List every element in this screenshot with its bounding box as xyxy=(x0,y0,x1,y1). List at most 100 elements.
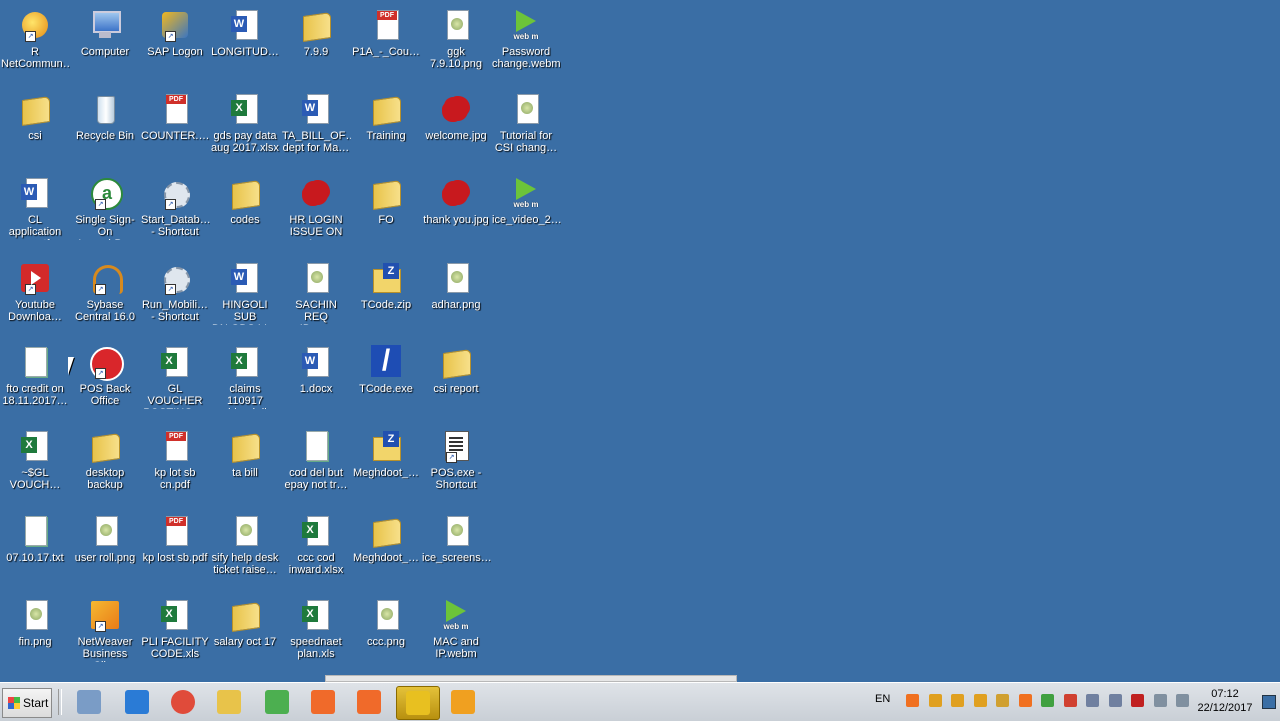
tray-lock-icon[interactable] xyxy=(1018,694,1032,707)
start-button[interactable]: Start xyxy=(2,688,52,718)
desktop-icon[interactable]: P1A_-_Cou… xyxy=(351,4,421,58)
desktop-icon[interactable]: ↗ SAP Logon xyxy=(140,4,210,58)
desktop-icon[interactable]: TCode.exe xyxy=(351,341,421,395)
desktop-icon[interactable]: Recycle Bin xyxy=(70,88,140,142)
desktop-icon[interactable]: welcome.jpg xyxy=(421,88,491,142)
desktop-icon[interactable]: csi report xyxy=(421,341,491,395)
tray-speaker-icon[interactable] xyxy=(1153,694,1167,707)
taskbar-app-button[interactable] xyxy=(442,686,484,718)
desktop-icon[interactable]: Meghdoot_… xyxy=(351,510,421,564)
desktop-icon[interactable]: GL VOUCHER POSTING … xyxy=(140,341,210,409)
desktop-icon[interactable]: ↗ NetWeaver Business Cli… xyxy=(70,594,140,662)
desktop-icon[interactable]: adhar.png xyxy=(421,257,491,311)
desktop-icon[interactable]: ice_screens… xyxy=(421,510,491,564)
tray-download-icon[interactable] xyxy=(996,694,1009,707)
desktop-icon[interactable]: cod del but epay not tr… xyxy=(281,425,351,491)
desktop-icon[interactable]: codes xyxy=(210,172,280,226)
desktop-icon[interactable]: ↗ Youtube Downloa… xyxy=(0,257,70,323)
desktop-icon[interactable]: kp lot sb cn.pdf xyxy=(140,425,210,491)
desktop-icon[interactable]: ggk 7.9.10.png xyxy=(421,4,491,70)
desktop-icon[interactable]: CL application sss.rtf xyxy=(0,172,70,240)
desktop-icon[interactable]: ccc.png xyxy=(351,594,421,648)
desktop-icon-label: thank you.jpg xyxy=(423,214,489,226)
desktop-icon-label: TCode.zip xyxy=(360,299,412,311)
desktop-icon-label: claims 110917 parbhani di… xyxy=(212,383,277,409)
desktop-icon[interactable]: claims 110917 parbhani di… xyxy=(210,341,280,409)
desktop-icon[interactable]: fto credit on 18.11.2017… xyxy=(0,341,70,407)
horizontal-scrollbar[interactable] xyxy=(325,675,737,682)
desktop-icon[interactable]: SACHIN REQ ID.png xyxy=(281,257,351,325)
desktop-icon[interactable]: LONGITUD… xyxy=(210,4,280,58)
desktop-icon[interactable]: HINGOLI SUB DN GDS LI… xyxy=(210,257,280,325)
desktop-icon[interactable]: sify help desk ticket raise… xyxy=(210,510,280,576)
desktop-icon[interactable]: fin.png xyxy=(0,594,70,648)
desktop-icon[interactable]: ccc cod inward.xlsx xyxy=(281,510,351,576)
shortcut-arrow-icon: ↗ xyxy=(165,284,176,295)
desktop-icon[interactable]: ↗ Single Sign-On LaunchBar xyxy=(70,172,140,240)
desktop-icon[interactable]: PLI FACILITY CODE.xls xyxy=(140,594,210,660)
desktop-icon[interactable]: ice_video_2… xyxy=(491,172,561,226)
desktop-icon[interactable]: Meghdoot_… xyxy=(351,425,421,479)
desktop-icon[interactable]: HR LOGIN ISSUE ON 1… xyxy=(281,172,351,240)
desktop-icon[interactable]: thank you.jpg xyxy=(421,172,491,226)
desktop-icon[interactable]: 7.9.9 xyxy=(281,4,351,58)
desktop-icon[interactable]: ↗ R NetCommun… xyxy=(0,4,70,70)
taskbar-app-button[interactable] xyxy=(348,686,390,718)
desktop-icon[interactable]: 1.docx xyxy=(281,341,351,395)
desktop-icon[interactable]: Computer xyxy=(70,4,140,58)
language-indicator[interactable]: EN xyxy=(875,693,890,705)
tray-sync-icon[interactable] xyxy=(951,694,964,707)
desktop-icon[interactable]: ↗ Run_Mobili… - Shortcut xyxy=(140,257,210,323)
desktop-icon[interactable]: gds pay data aug 2017.xlsx xyxy=(210,88,280,154)
desktop-icon-label: Tutorial for CSI chang… xyxy=(494,130,558,154)
taskbar-app-button[interactable] xyxy=(302,686,344,718)
taskbar-app-button[interactable] xyxy=(116,686,158,718)
tray-network-icon[interactable] xyxy=(1041,694,1054,707)
desktop-icon[interactable]: FO xyxy=(351,172,421,226)
taskbar-app-button[interactable] xyxy=(396,686,440,720)
taskbar-app-button[interactable] xyxy=(208,686,250,718)
desktop-icon[interactable]: Tutorial for CSI chang… xyxy=(491,88,561,154)
desktop-icon[interactable]: user roll.png xyxy=(70,510,140,564)
desktop-icon[interactable]: ↗ POS.exe - Shortcut xyxy=(421,425,491,491)
shortcut-arrow-icon: ↗ xyxy=(95,621,106,632)
tray-record-icon[interactable] xyxy=(906,694,919,707)
desktop-icon[interactable]: speednaet plan.xls xyxy=(281,594,351,660)
tray-shield-icon[interactable] xyxy=(928,694,942,707)
desktop-icon[interactable]: ↗ POS Back Office xyxy=(70,341,140,407)
shortcut-arrow-icon: ↗ xyxy=(25,284,36,295)
taskbar-app-button[interactable] xyxy=(162,686,204,718)
desktop-icon[interactable]: ~$GL VOUCH… xyxy=(0,425,70,491)
desktop-icon[interactable]: TCode.zip xyxy=(351,257,421,311)
desktop-icon[interactable]: desktop backup xyxy=(70,425,140,491)
desktop-icon[interactable]: csi xyxy=(0,88,70,142)
desktop-icon[interactable]: COUNTER.… xyxy=(140,88,210,142)
desktop-icon[interactable]: kp lost sb.pdf xyxy=(140,510,210,564)
jpg-image-icon xyxy=(299,176,333,210)
tray-monitor-icon[interactable] xyxy=(1108,694,1122,707)
taskbar-app-button[interactable] xyxy=(68,686,110,718)
sybase-central-icon: ↗ xyxy=(88,261,123,295)
desktop-icon-label: 1.docx xyxy=(299,383,333,395)
desktop-icon[interactable]: ta bill xyxy=(210,425,280,479)
tray-flag-icon[interactable] xyxy=(1176,694,1189,707)
tcode-exe-icon xyxy=(369,345,403,379)
desktop-icon[interactable]: ↗ Sybase Central 16.0 xyxy=(70,257,140,323)
tray-usb-icon[interactable] xyxy=(1086,694,1099,707)
tray-volume-icon[interactable] xyxy=(1063,694,1077,707)
word-doc-icon xyxy=(299,345,333,379)
desktop-icon[interactable]: TA_BILL_OF… dept for Ma… xyxy=(281,88,351,154)
desktop-icon[interactable]: Training xyxy=(351,88,421,142)
tray-battery-icon[interactable] xyxy=(1131,694,1144,707)
desktop-icon[interactable]: ↗ Start_Datab… - Shortcut xyxy=(140,172,210,238)
desktop[interactable]: ↗ R NetCommun… Computer ↗ SAP Logon LONGITUD…… xyxy=(0,0,1280,682)
clock[interactable]: 07:12 22/12/2017 xyxy=(1195,687,1255,715)
desktop-icon[interactable]: 07.10.17.txt xyxy=(0,510,70,564)
desktop-icon[interactable]: Password change.webm xyxy=(491,4,561,70)
desktop-icon[interactable]: MAC and IP.webm xyxy=(421,594,491,660)
folder-icon xyxy=(88,429,122,463)
show-desktop-button[interactable] xyxy=(1262,695,1276,709)
taskbar-app-button[interactable] xyxy=(256,686,298,718)
desktop-icon[interactable]: salary oct 17 xyxy=(210,594,280,648)
tray-refresh-icon[interactable] xyxy=(973,694,987,707)
